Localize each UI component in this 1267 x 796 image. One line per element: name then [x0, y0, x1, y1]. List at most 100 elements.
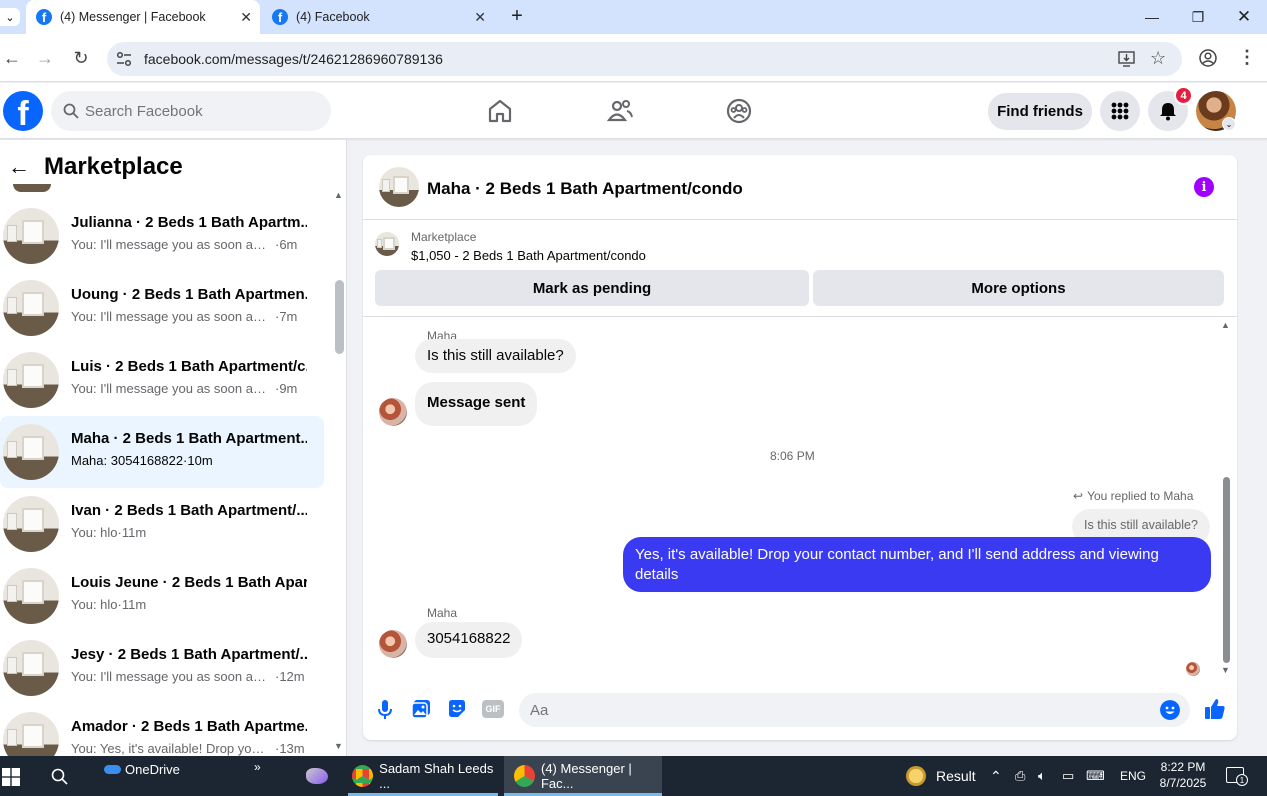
tray-chevron-up-icon[interactable]: ⌃ — [990, 756, 1002, 796]
sidebar-scrollbar-thumb[interactable] — [335, 280, 344, 354]
mark-as-pending-button[interactable]: Mark as pending — [375, 270, 809, 306]
info-icon[interactable]: i — [1194, 177, 1214, 197]
scroll-up-arrow-icon[interactable]: ▲ — [334, 190, 343, 200]
marketplace-sidebar: ← Marketplace Julianna · 2 Beds 1 Bath A… — [0, 140, 347, 756]
listing-price[interactable]: $1,050 - 2 Beds 1 Bath Apartment/condo — [411, 248, 646, 263]
thumbs-up-icon[interactable] — [1203, 697, 1227, 721]
conversation-name: Maha · 2 Beds 1 Bath Apartment... — [71, 430, 307, 447]
action-center-icon[interactable]: 1 — [1226, 767, 1248, 786]
message-composer: GIF — [363, 682, 1237, 740]
onedrive-item[interactable]: OneDrive — [104, 749, 180, 789]
emoji-icon[interactable] — [1160, 700, 1180, 720]
microphone-icon[interactable] — [374, 698, 396, 720]
listing-thumbnail — [375, 232, 399, 256]
friends-icon[interactable] — [606, 97, 634, 125]
forward-arrow-icon[interactable]: → — [33, 46, 57, 70]
message-bubble[interactable]: 3054168822 — [415, 622, 523, 658]
taskbar-app-chrome-2[interactable]: (4) Messenger | Fac... — [504, 756, 662, 796]
browser-tab-strip: ⌄ f (4) Messenger | Facebook ✕ f (4) Fac… — [0, 0, 1267, 34]
scroll-down-arrow-icon[interactable]: ▼ — [1221, 665, 1230, 675]
bookmark-star-icon[interactable]: ☆ — [1150, 48, 1166, 69]
minimize-icon[interactable]: — — [1129, 0, 1175, 34]
conversation-item[interactable]: Jesy · 2 Beds 1 Bath Apartment/... You: … — [0, 632, 324, 704]
result-widget[interactable]: Result — [906, 756, 976, 796]
message-input-box[interactable] — [519, 693, 1190, 727]
message-input[interactable] — [530, 701, 1130, 719]
conversation-preview: You: hlo ·11m — [71, 525, 147, 540]
sticker-icon[interactable] — [446, 698, 468, 720]
close-tab-icon[interactable]: ✕ — [474, 9, 486, 26]
listing-thumbnail — [3, 568, 59, 624]
listing-thumbnail — [3, 496, 59, 552]
listing-thumbnail — [3, 640, 59, 696]
replied-to-label: ↩ You replied to Maha — [1073, 489, 1194, 503]
home-icon[interactable] — [486, 97, 514, 125]
address-bar[interactable]: facebook.com/messages/t/2462128696078913… — [107, 42, 1182, 76]
conversation-item[interactable]: Julianna · 2 Beds 1 Bath Apartm... You: … — [0, 200, 324, 272]
pinned-app-icon[interactable] — [306, 756, 328, 796]
install-app-icon[interactable] — [1118, 51, 1135, 67]
reload-icon[interactable]: ↻ — [69, 46, 93, 70]
windows-start-icon[interactable] — [2, 768, 20, 786]
browser-tab-messenger[interactable]: f (4) Messenger | Facebook ✕ — [26, 0, 260, 34]
overflow-chevron-icon[interactable]: » — [254, 747, 261, 787]
trophy-icon — [906, 766, 926, 786]
conversation-item[interactable]: Louis Jeune · 2 Beds 1 Bath Apar... You:… — [0, 560, 324, 632]
chat-title[interactable]: Maha · 2 Beds 1 Bath Apartment/condo — [427, 179, 743, 199]
site-settings-icon[interactable] — [116, 51, 132, 67]
facebook-favicon-icon: f — [36, 9, 52, 25]
photo-icon[interactable] — [410, 698, 432, 720]
listing-thumbnail[interactable] — [379, 167, 419, 207]
facebook-logo-icon[interactable]: f — [3, 91, 43, 131]
groups-icon[interactable] — [725, 97, 753, 125]
maximize-icon[interactable]: ❐ — [1175, 0, 1221, 34]
message-bubble[interactable]: Is this still available? — [415, 339, 576, 373]
browser-tab-facebook[interactable]: f (4) Facebook ✕ — [262, 0, 496, 34]
new-tab-plus-icon[interactable]: + — [506, 4, 528, 28]
scroll-down-arrow-icon[interactable]: ▼ — [334, 741, 343, 751]
listing-banner: Marketplace $1,050 - 2 Beds 1 Bath Apart… — [363, 220, 1237, 317]
chevron-down-icon[interactable]: ⌄ — [1222, 117, 1236, 131]
conversation-preview: You: I'll message you as soon as p... ·6m — [71, 237, 298, 252]
chat-panel: Maha · 2 Beds 1 Bath Apartment/condo i M… — [363, 155, 1237, 740]
facebook-header: f Find friends ⌄ — [0, 83, 1267, 139]
chat-header: Maha · 2 Beds 1 Bath Apartment/condo i — [363, 155, 1237, 220]
tab-search-chevron-icon[interactable]: ⌄ — [0, 8, 20, 26]
sender-avatar[interactable] — [379, 398, 407, 426]
clock[interactable]: 8:22 PM 8/7/2025 — [1158, 759, 1208, 791]
conversation-item[interactable]: Luis · 2 Beds 1 Bath Apartment/c... You:… — [0, 344, 324, 416]
more-options-button[interactable]: More options — [813, 270, 1224, 306]
facebook-search[interactable] — [51, 91, 331, 131]
speaker-icon[interactable]: 🔈︎ — [1038, 756, 1046, 796]
my-reply-bubble[interactable]: Yes, it's available! Drop your contact n… — [623, 537, 1211, 592]
clock-date: 8/7/2025 — [1159, 776, 1207, 790]
search-input[interactable] — [85, 102, 305, 120]
chat-scrollbar-thumb[interactable] — [1223, 477, 1230, 663]
conversation-name: Uoung · 2 Beds 1 Bath Apartmen... — [71, 286, 307, 303]
back-arrow-icon[interactable]: ← — [8, 154, 30, 180]
browser-menu-kebab-icon[interactable]: ⋮ — [1238, 47, 1256, 68]
conversation-item[interactable]: Uoung · 2 Beds 1 Bath Apartmen... You: I… — [0, 272, 324, 344]
profile-icon[interactable] — [1199, 49, 1217, 67]
sender-avatar[interactable] — [379, 630, 407, 658]
keyboard-icon[interactable]: ⌨ — [1086, 756, 1105, 796]
tab-label: (4) Facebook — [296, 10, 370, 24]
taskbar-app-chrome-1[interactable]: Sadam Shah Leeds ... — [346, 756, 500, 796]
message-bubble[interactable]: Message sent — [415, 382, 538, 426]
seen-avatar — [1186, 662, 1200, 676]
conversation-item-active[interactable]: Maha · 2 Beds 1 Bath Apartment... Maha: … — [0, 416, 324, 488]
menu-grid-button[interactable] — [1100, 91, 1140, 131]
find-friends-button[interactable]: Find friends — [988, 93, 1092, 130]
gif-icon[interactable]: GIF — [482, 700, 504, 718]
language-indicator[interactable]: ENG — [1120, 756, 1146, 796]
conversation-preview: You: I'll message you as soon as ... ·12m — [71, 669, 305, 684]
message-thread: Maha Is this still available? Message se… — [363, 317, 1237, 682]
scroll-up-arrow-icon[interactable]: ▲ — [1221, 320, 1230, 330]
conversation-item[interactable]: Ivan · 2 Beds 1 Bath Apartment/... You: … — [0, 488, 324, 560]
close-window-icon[interactable]: ✕ — [1221, 0, 1267, 34]
search-icon[interactable] — [51, 768, 68, 785]
back-arrow-icon[interactable]: ← — [0, 46, 24, 70]
tray-meet-icon[interactable]: ⎙ — [1015, 756, 1025, 796]
network-icon[interactable]: ▭ — [1062, 756, 1074, 796]
close-tab-icon[interactable]: ✕ — [240, 9, 252, 26]
